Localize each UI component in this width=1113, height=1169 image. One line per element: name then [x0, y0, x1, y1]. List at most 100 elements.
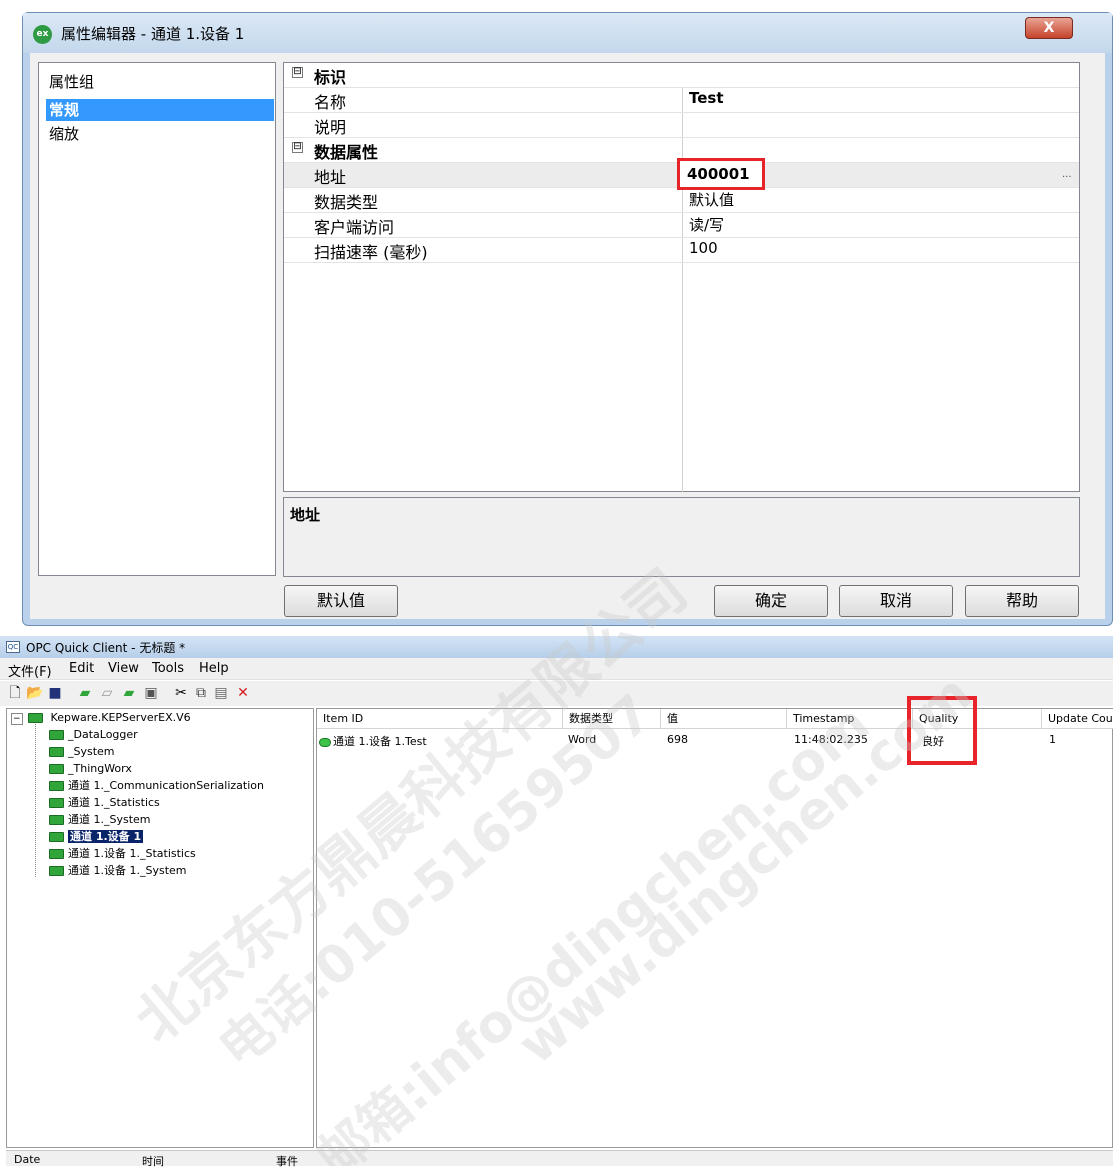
column-header-data-type[interactable]: 数据类型 [563, 709, 661, 729]
property-group-header: 属性组 [49, 73, 95, 91]
column-header-value[interactable]: 值 [661, 709, 787, 729]
cell-update-count: 1 [1049, 733, 1056, 746]
item-status-icon [319, 737, 331, 747]
property-name: 数据类型 [314, 193, 379, 212]
menu-view[interactable]: View [108, 661, 139, 676]
property-row-name[interactable]: 名称 Test [284, 88, 1079, 113]
new-server-icon[interactable]: ▰ [76, 684, 94, 702]
folder-icon [49, 798, 64, 808]
property-description-panel: 地址 [283, 497, 1080, 577]
cancel-button[interactable]: 取消 [839, 585, 953, 617]
help-button[interactable]: 帮助 [965, 585, 1079, 617]
tree-node[interactable]: _ThingWorx [49, 760, 132, 777]
property-value[interactable]: 读/写 [689, 214, 724, 235]
property-row-scan-rate[interactable]: 扫描速率 (毫秒) 100 [284, 238, 1079, 263]
log-column-event: 事件 [276, 1155, 298, 1168]
open-icon[interactable]: 📂 [26, 684, 44, 702]
tree-node[interactable]: 通道 1._CommunicationSerialization [49, 777, 264, 794]
dialog-body: 属性组 常规 缩放 ⊟ 标识 名称 Test 说明 ⊟ 数据属性 地址 4000… [30, 53, 1105, 619]
column-header-timestamp[interactable]: Timestamp [787, 709, 913, 729]
quick-client-icon: QC [6, 641, 20, 653]
property-row-data-type[interactable]: 数据类型 默认值 [284, 188, 1079, 213]
paste-icon[interactable]: ▤ [212, 684, 230, 702]
table-row[interactable]: 通道 1.设备 1.Test [319, 733, 427, 749]
close-button[interactable]: X [1025, 17, 1073, 39]
opc-title-bar[interactable]: QC OPC Quick Client - 无标题 * [0, 636, 1113, 658]
collapse-icon[interactable]: ⊟ [292, 142, 303, 153]
property-value[interactable]: 100 [689, 239, 718, 257]
log-column-date: Date [14, 1153, 41, 1166]
tree-node[interactable]: 通道 1.设备 1._Statistics [49, 845, 196, 862]
browse-button[interactable]: ... [1062, 169, 1072, 180]
folder-icon [49, 730, 64, 740]
log-column-time: 时间 [142, 1155, 164, 1168]
menu-file[interactable]: 文件(F) [8, 661, 52, 680]
cell-value: 698 [667, 733, 688, 746]
menu-edit[interactable]: Edit [69, 661, 94, 676]
menu-tools[interactable]: Tools [152, 661, 184, 676]
property-editor-dialog: ex 属性编辑器 - 通道 1.设备 1 X 属性组 常规 缩放 ⊟ 标识 名称… [22, 12, 1113, 626]
tree-node[interactable]: _System [49, 743, 115, 760]
folder-icon [49, 866, 64, 876]
properties-icon[interactable]: ▣ [142, 684, 160, 702]
cell-data-type: Word [568, 733, 597, 746]
tree-node[interactable]: 通道 1.设备 1._System [49, 862, 187, 879]
tree-node[interactable]: 通道 1._System [49, 811, 151, 828]
tree-root-label: Kepware.KEPServerEX.V6 [50, 711, 191, 724]
kepware-ex-icon: ex [33, 25, 52, 44]
dialog-title: 属性编辑器 - 通道 1.设备 1 [61, 25, 245, 43]
menu-bar: 文件(F) Edit View Tools Help [0, 658, 1113, 680]
new-group-icon[interactable]: ▱ [98, 684, 116, 702]
cut-icon[interactable]: ✂ [172, 684, 190, 702]
server-icon [28, 713, 44, 723]
property-name: 说明 [314, 118, 347, 137]
menu-help[interactable]: Help [199, 661, 229, 676]
tree-node[interactable]: _DataLogger [49, 726, 138, 743]
tree-node-selected[interactable]: 通道 1.设备 1 [49, 828, 144, 845]
address-input[interactable]: 400001 [677, 158, 765, 190]
property-row-address[interactable]: 地址 400001 ... [284, 158, 1079, 190]
delete-icon[interactable]: ✕ [234, 684, 252, 702]
tree-root[interactable]: − Kepware.KEPServerEX.V6 [11, 709, 191, 726]
property-value[interactable]: 默认值 [689, 189, 734, 210]
tree-node[interactable]: 通道 1._Statistics [49, 794, 160, 811]
column-divider [682, 263, 683, 492]
server-tree: − Kepware.KEPServerEX.V6 _DataLogger _Sy… [6, 708, 314, 1148]
property-grid: ⊟ 标识 名称 Test 说明 ⊟ 数据属性 地址 400001 ... 数据类… [283, 62, 1080, 492]
folder-icon [49, 849, 64, 859]
collapse-icon[interactable]: − [11, 713, 23, 725]
folder-icon [49, 747, 64, 757]
quality-highlight-box [907, 696, 977, 765]
property-name: 名称 [314, 93, 347, 112]
category-label: 标识 [314, 68, 347, 87]
collapse-icon[interactable]: ⊟ [292, 67, 303, 78]
ok-button[interactable]: 确定 [714, 585, 828, 617]
default-button[interactable]: 默认值 [284, 585, 398, 617]
category-identification[interactable]: ⊟ 标识 [284, 63, 1079, 88]
item-list: Item ID 数据类型 值 Timestamp Quality Update … [316, 696, 1113, 1148]
copy-icon[interactable]: ⧉ [192, 684, 210, 702]
save-icon[interactable]: ■ [46, 684, 64, 702]
column-header-item-id[interactable]: Item ID [317, 709, 563, 729]
new-item-icon[interactable]: ▰ [120, 684, 138, 702]
property-name: 扫描速率 (毫秒) [314, 243, 428, 262]
opc-window-title: OPC Quick Client - 无标题 * [26, 641, 186, 655]
property-name: 客户端访问 [314, 218, 395, 237]
group-item-general[interactable]: 常规 [46, 99, 274, 121]
new-icon[interactable]: 🗋 [6, 684, 24, 702]
description-title: 地址 [290, 506, 321, 524]
property-row-client-access[interactable]: 客户端访问 读/写 [284, 213, 1079, 238]
group-item-scaling[interactable]: 缩放 [46, 123, 274, 145]
event-log-header: Date 时间 事件 [6, 1150, 1113, 1168]
category-label: 数据属性 [314, 143, 379, 162]
property-name: 地址 [314, 168, 347, 187]
folder-icon [49, 815, 64, 825]
property-value[interactable]: Test [689, 89, 724, 107]
folder-icon [49, 832, 64, 842]
property-row-description[interactable]: 说明 [284, 113, 1079, 138]
tree-connector [35, 721, 36, 877]
folder-icon [49, 764, 64, 774]
dialog-title-bar[interactable]: ex 属性编辑器 - 通道 1.设备 1 X [23, 13, 1112, 53]
column-header-update-count[interactable]: Update Count [1042, 709, 1113, 729]
property-group-list: 属性组 常规 缩放 [38, 62, 276, 576]
